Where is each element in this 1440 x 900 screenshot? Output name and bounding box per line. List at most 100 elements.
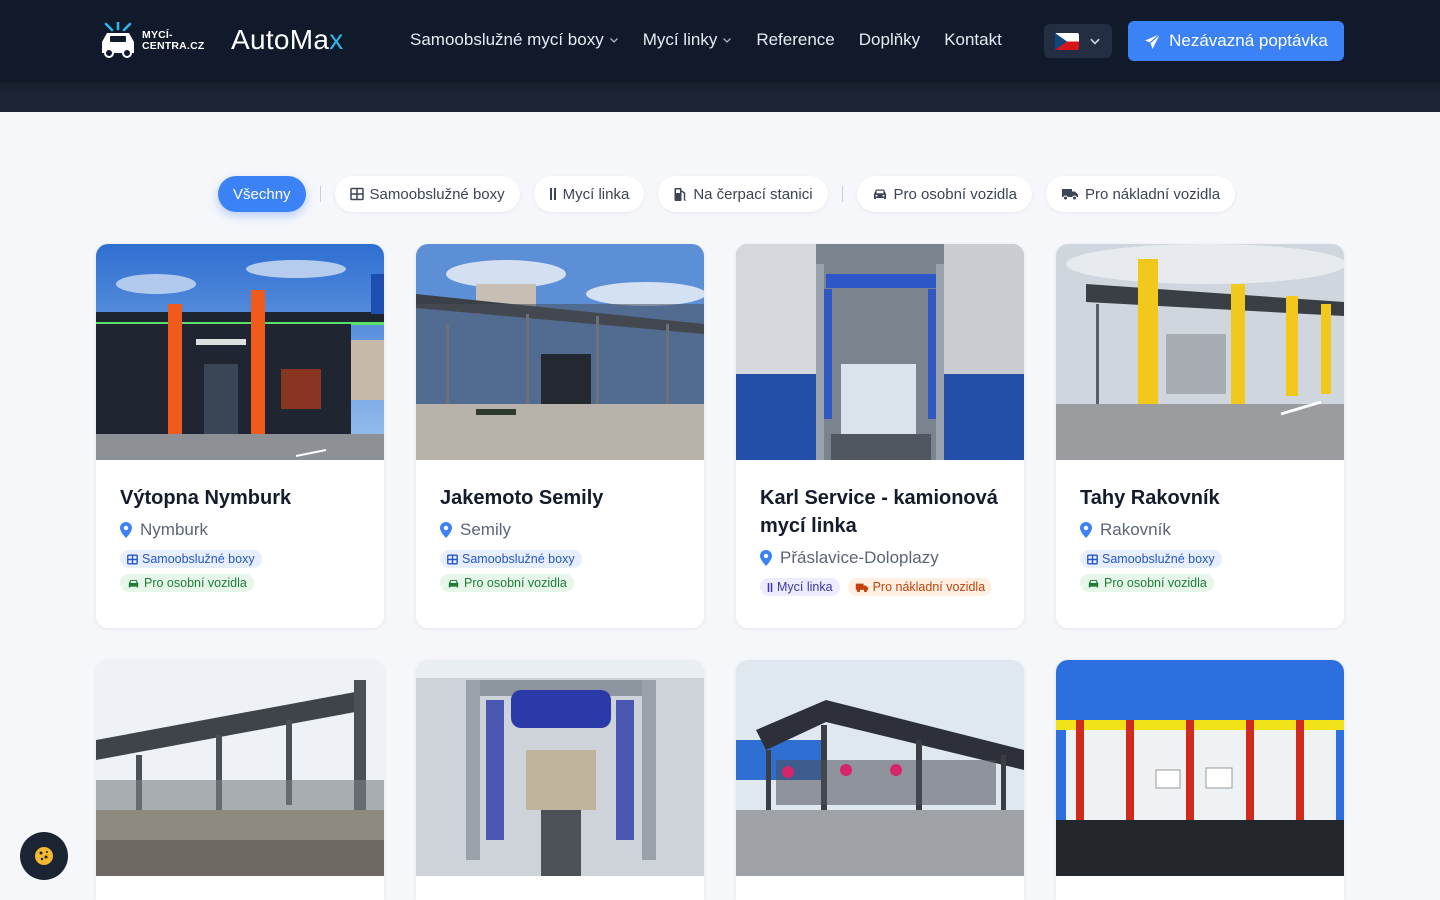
filter-passenger-cars[interactable]: Pro osobní vozidla	[856, 176, 1032, 212]
wash-line-photo	[416, 660, 704, 876]
nav-label: Reference	[756, 30, 835, 49]
nav-label: Mycí linky	[642, 30, 718, 49]
card-title: Tahy Rakovník	[1080, 487, 1220, 509]
reference-card[interactable]	[96, 660, 384, 900]
map-pin-icon	[1080, 522, 1092, 538]
request-quote-button[interactable]: Nezávazná poptávka	[1128, 21, 1344, 61]
bars-icon	[549, 188, 556, 200]
car-wash-photo	[416, 244, 704, 460]
nav-label: Samoobslužné mycí boxy	[410, 30, 604, 49]
grid-icon	[447, 553, 458, 565]
chevron-down-icon	[609, 38, 618, 43]
card-title: Jakemoto Semily	[440, 487, 604, 509]
tag-label: Mycí linka	[777, 580, 833, 594]
card-tags: Samoobslužné boxy Pro osobní vozidla	[120, 550, 360, 592]
car-icon	[1088, 579, 1099, 587]
tag-passenger: Pro osobní vozidla	[120, 574, 254, 592]
logo-text: MYCÍ- CENTRA.CZ	[142, 30, 204, 52]
truck-icon	[855, 583, 868, 592]
tag-label: Samoobslužné boxy	[142, 552, 255, 566]
language-switcher[interactable]	[1044, 24, 1112, 58]
navbar: MYCÍ- CENTRA.CZ AutoMax Samoobslužné myc…	[0, 0, 1440, 82]
card-tags: Samoobslužné boxy Pro osobní vozidla	[1080, 550, 1320, 592]
filter-label: Pro osobní vozidla	[893, 185, 1017, 203]
nav-samoobsluzne-boxy[interactable]: Samoobslužné mycí boxy	[410, 30, 619, 50]
filter-label: Samoobslužné boxy	[369, 185, 505, 203]
filter-bar: Všechny Samoobslužné boxy Mycí linka Na …	[218, 176, 1236, 212]
filter-divider	[319, 186, 321, 202]
tag-wash-line: Mycí linka	[760, 578, 840, 596]
tag-label: Pro osobní vozidla	[1104, 576, 1207, 590]
cookie-settings-button[interactable]	[20, 832, 68, 880]
reference-card[interactable]	[416, 660, 704, 900]
tag-trucks: Pro nákladní vozidla	[847, 578, 993, 596]
car-wash-photo	[96, 660, 384, 876]
chevron-down-icon	[723, 38, 732, 43]
tag-self-service: Samoobslužné boxy	[1080, 550, 1222, 568]
map-pin-icon	[760, 550, 772, 566]
card-tags: Samoobslužné boxy Pro osobní vozidla	[440, 550, 680, 592]
automax-logo[interactable]: AutoMax	[231, 24, 344, 56]
nav-myci-linky[interactable]: Mycí linky	[643, 30, 733, 50]
tag-self-service: Samoobslužné boxy	[120, 550, 262, 568]
car-icon	[873, 189, 886, 199]
nav-reference[interactable]: Reference	[756, 30, 834, 50]
mycicentra-logo[interactable]: MYCÍ- CENTRA.CZ	[98, 22, 204, 60]
car-icon	[448, 579, 459, 587]
map-pin-icon	[440, 522, 452, 538]
filter-label: Všechny	[233, 185, 291, 203]
filter-gas-station[interactable]: Na čerpací stanici	[658, 176, 828, 212]
tag-label: Pro osobní vozidla	[464, 576, 567, 590]
cookie-icon	[35, 847, 53, 865]
tag-label: Samoobslužné boxy	[462, 552, 575, 566]
grid-icon	[127, 553, 138, 565]
reference-card[interactable]	[736, 660, 1024, 900]
filter-label: Na čerpací stanici	[693, 185, 813, 203]
filter-all[interactable]: Všechny	[218, 176, 306, 212]
card-location-text: Rakovník	[1100, 520, 1171, 539]
chevron-down-icon	[1090, 38, 1100, 45]
reference-card[interactable]: Jakemoto Semily Semily Samoobslužné boxy…	[416, 244, 704, 628]
reference-card[interactable]	[1056, 660, 1344, 900]
card-location-text: Přáslavice-Doloplazy	[780, 548, 939, 567]
map-pin-icon	[120, 522, 132, 538]
car-wash-photo	[1056, 660, 1344, 876]
automax-logo-accent: x	[329, 24, 344, 55]
paper-plane-icon	[1145, 33, 1161, 49]
grid-icon	[349, 187, 364, 201]
card-location: Semily	[440, 520, 680, 540]
nav-label: Kontakt	[944, 30, 1002, 49]
car-wash-photo	[736, 660, 1024, 876]
tag-passenger: Pro osobní vozidla	[440, 574, 574, 592]
main-nav: Samoobslužné mycí boxy Mycí linky Refere…	[410, 30, 1002, 50]
filter-label: Pro nákladní vozidla	[1084, 185, 1221, 203]
filter-label: Mycí linka	[562, 185, 630, 203]
reference-card[interactable]: Karl Service - kamionová mycí linka Přás…	[736, 244, 1024, 628]
filter-trucks[interactable]: Pro nákladní vozidla	[1045, 176, 1236, 212]
reference-card[interactable]: Tahy Rakovník Rakovník Samoobslužné boxy…	[1056, 244, 1344, 628]
fuel-icon	[674, 187, 687, 201]
card-location-text: Nymburk	[140, 520, 209, 539]
tag-label: Samoobslužné boxy	[1102, 552, 1215, 566]
nav-kontakt[interactable]: Kontakt	[944, 30, 1002, 50]
card-location: Rakovník	[1080, 520, 1320, 540]
car-icon	[128, 579, 139, 587]
nav-label: Doplňky	[858, 30, 921, 49]
filter-wash-line[interactable]: Mycí linka	[533, 176, 645, 212]
card-location: Přáslavice-Doloplazy	[760, 548, 1000, 568]
tag-label: Pro osobní vozidla	[144, 576, 247, 590]
filter-self-service-boxes[interactable]: Samoobslužné boxy	[334, 176, 520, 212]
automax-logo-main: AutoMa	[231, 24, 330, 55]
reference-card[interactable]: Výtopna Nymburk Nymburk Samoobslužné box…	[96, 244, 384, 628]
logo-line-2: CENTRA.CZ	[142, 40, 205, 52]
card-title: Karl Service - kamionová mycí linka	[760, 487, 998, 537]
card-title: Výtopna Nymburk	[120, 487, 292, 509]
grid-icon	[1087, 553, 1098, 565]
truck-wash-photo	[736, 244, 1024, 460]
nav-doplnky[interactable]: Doplňky	[859, 30, 920, 50]
filter-divider	[841, 186, 843, 202]
tag-self-service: Samoobslužné boxy	[440, 550, 582, 568]
tag-label: Pro nákladní vozidla	[872, 580, 986, 594]
czech-flag-icon	[1055, 32, 1079, 50]
car-wash-photo	[1056, 244, 1344, 460]
